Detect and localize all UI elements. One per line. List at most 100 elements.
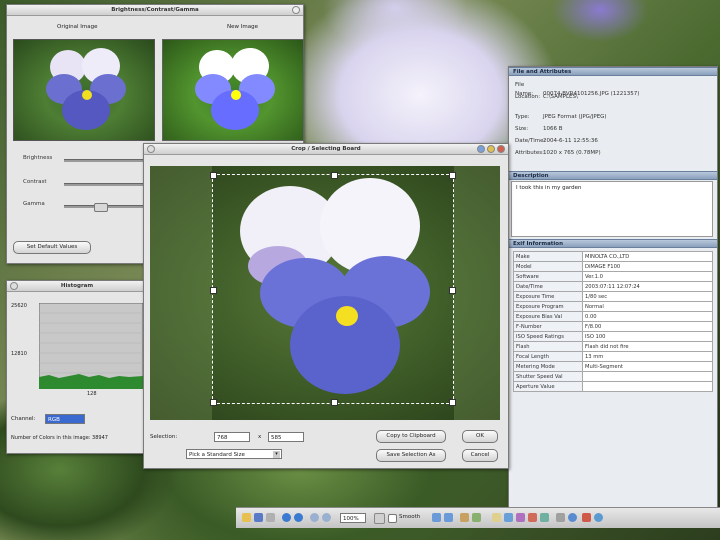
- prop-size: Size: 1066 B: [515, 126, 563, 132]
- exif-row[interactable]: Exposure Time 1/80 sec: [513, 291, 713, 302]
- crop-canvas[interactable]: [150, 166, 500, 420]
- zoom-level-field[interactable]: 100%: [340, 513, 366, 523]
- slideshow-icon[interactable]: [504, 513, 513, 522]
- selection-handle[interactable]: [331, 399, 338, 406]
- selection-handle[interactable]: [210, 172, 217, 179]
- crop-icon[interactable]: [460, 513, 469, 522]
- exif-row[interactable]: Metering Mode Multi-Segment: [513, 361, 713, 372]
- gamma-slider-knob[interactable]: [94, 203, 108, 212]
- selection-handle[interactable]: [449, 399, 456, 406]
- set-default-values-button[interactable]: Set Default Values: [13, 241, 91, 254]
- selection-handle[interactable]: [210, 399, 217, 406]
- selection-shade-left: [150, 166, 212, 420]
- selection-handle[interactable]: [210, 287, 217, 294]
- channel-select[interactable]: RGB: [45, 414, 85, 424]
- prop-attributes: Attributes:1020 x 765 (0.78MP): [515, 150, 601, 156]
- save-selection-as-button[interactable]: Save Selection As: [376, 449, 446, 462]
- settings-icon[interactable]: [556, 513, 565, 522]
- fit-icon[interactable]: [374, 513, 385, 524]
- histogram-titlebar[interactable]: Histogram: [7, 281, 147, 292]
- bcg-titlebar[interactable]: Brightness/Contrast/Gamma: [7, 5, 303, 16]
- forward-icon[interactable]: [294, 513, 303, 522]
- rotate-left-icon[interactable]: [432, 513, 441, 522]
- exif-key: Shutter Speed Val: [513, 371, 583, 382]
- exif-row[interactable]: Flash Flash did not fire: [513, 341, 713, 352]
- standard-size-select[interactable]: Pick a Standard Size ▾: [186, 449, 282, 459]
- wallpaper-icon[interactable]: [540, 513, 549, 522]
- file-attributes-header[interactable]: File and Attributes: [509, 67, 717, 76]
- description-header[interactable]: Description: [509, 171, 717, 180]
- histogram-chart: [39, 303, 143, 389]
- exif-value: ISO 100: [582, 331, 713, 342]
- zoom-out-icon[interactable]: [322, 513, 331, 522]
- exif-row[interactable]: Shutter Speed Val: [513, 371, 713, 382]
- crop-titlebar[interactable]: Crop / Selecting Board: [144, 144, 508, 155]
- exif-row[interactable]: Focal Length 13 mm: [513, 351, 713, 362]
- copy-to-clipboard-button[interactable]: Copy to Clipboard: [376, 430, 446, 443]
- color-icon[interactable]: [528, 513, 537, 522]
- channel-value: RGB: [48, 417, 60, 423]
- prop-file-name: File Name: 00074-BVR4101256.JPG (1221357): [515, 82, 640, 97]
- print-icon[interactable]: [266, 513, 275, 522]
- exif-value: Ver.1.0: [582, 271, 713, 282]
- exif-key: Exposure Program: [513, 301, 583, 312]
- ok-button[interactable]: OK: [462, 430, 498, 443]
- histogram-y-mid-label: 12810: [11, 351, 27, 357]
- window-menu-icon[interactable]: [147, 145, 155, 153]
- rotate-right-icon[interactable]: [444, 513, 453, 522]
- back-icon[interactable]: [282, 513, 291, 522]
- exif-value: MINOLTA CO.,LTD: [582, 251, 713, 262]
- selection-label: Selection:: [150, 434, 178, 440]
- pansy-image: [191, 46, 281, 136]
- close-icon[interactable]: [292, 6, 300, 14]
- smooth-checkbox[interactable]: [388, 514, 397, 523]
- times-label: x: [258, 434, 262, 440]
- exif-row[interactable]: Aperture Value: [513, 381, 713, 392]
- maximize-icon[interactable]: [487, 145, 495, 153]
- effects-icon[interactable]: [516, 513, 525, 522]
- email-icon[interactable]: [492, 513, 501, 522]
- histogram-footer: Number of Colors in this image: 38947: [11, 435, 108, 441]
- description-textarea[interactable]: I took this in my garden: [511, 181, 713, 237]
- pansy-image: [42, 46, 132, 136]
- description-text: I took this in my garden: [516, 185, 582, 191]
- exif-row[interactable]: Date/Time 2003:07:11 12:07:24: [513, 281, 713, 292]
- exif-key: Date/Time: [513, 281, 583, 292]
- gamma-label: Gamma: [23, 201, 45, 207]
- smooth-label: Smooth: [399, 514, 421, 520]
- minimize-icon[interactable]: [477, 145, 485, 153]
- exif-row[interactable]: Exposure Bias Val 0.00: [513, 311, 713, 322]
- selection-width-value: 768: [217, 435, 228, 441]
- exif-row[interactable]: F-Number F/8.00: [513, 321, 713, 332]
- bcg-title: Brightness/Contrast/Gamma: [111, 7, 199, 13]
- selection-width-input[interactable]: 768: [214, 432, 250, 442]
- resize-icon[interactable]: [472, 513, 481, 522]
- close-icon[interactable]: [10, 282, 18, 290]
- exif-row[interactable]: Make MINOLTA CO.,LTD: [513, 251, 713, 262]
- save-icon[interactable]: [254, 513, 263, 522]
- selection-handle[interactable]: [331, 172, 338, 179]
- zoom-in-icon[interactable]: [310, 513, 319, 522]
- exif-row[interactable]: Exposure Program Normal: [513, 301, 713, 312]
- selection-handle[interactable]: [449, 172, 456, 179]
- exif-value: [582, 371, 713, 382]
- close-icon[interactable]: [497, 145, 505, 153]
- bottom-toolbar: 100% Smooth: [236, 507, 720, 528]
- brightness-label: Brightness: [23, 155, 53, 161]
- crop-selection-rect[interactable]: [210, 172, 456, 406]
- delete-icon[interactable]: [582, 513, 591, 522]
- info-icon[interactable]: [568, 513, 577, 522]
- exif-row[interactable]: Software Ver.1.0: [513, 271, 713, 282]
- selection-height-input[interactable]: 585: [268, 432, 304, 442]
- exif-value: [582, 381, 713, 392]
- selection-handle[interactable]: [449, 287, 456, 294]
- properties-panel: File and Attributes File Name: 00074-BVR4…: [508, 66, 718, 516]
- help-icon[interactable]: [594, 513, 603, 522]
- open-folder-icon[interactable]: [242, 513, 251, 522]
- cancel-button[interactable]: Cancel: [462, 449, 498, 462]
- exif-row[interactable]: ISO Speed Ratings ISO 100: [513, 331, 713, 342]
- histogram-x-mid-label: 128: [87, 391, 97, 397]
- exif-row[interactable]: Model DiMAGE F100: [513, 261, 713, 272]
- exif-header[interactable]: Exif Information: [509, 239, 717, 248]
- prop-date-time: Date/Time:2004-6-11 12:55:36: [515, 138, 598, 144]
